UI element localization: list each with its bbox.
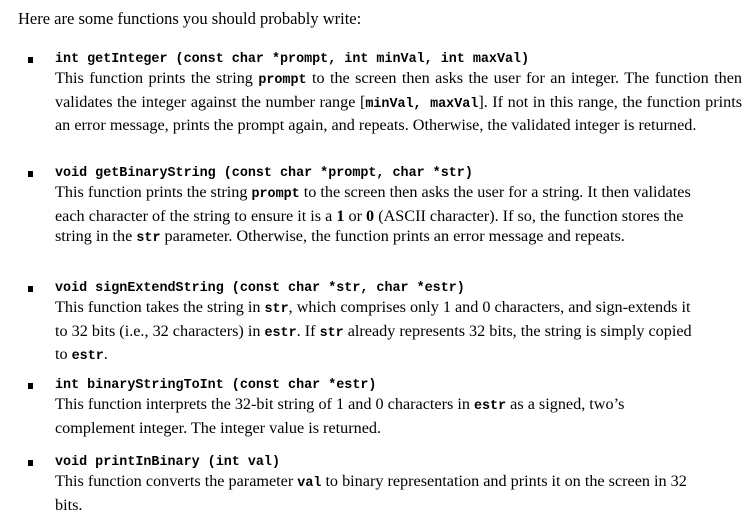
function-description: This function converts the parameter val… xyxy=(55,471,705,515)
description-text: or xyxy=(344,206,367,225)
description-text: parameter. Otherwise, the function print… xyxy=(160,227,625,246)
description-text: This function prints the string xyxy=(55,183,252,201)
inline-code: str xyxy=(136,231,161,247)
inline-code: str xyxy=(264,302,289,317)
description-text: . xyxy=(103,345,108,364)
function-description: This function interprets the 32-bit stri… xyxy=(55,394,705,438)
bullet-icon xyxy=(28,171,33,177)
bullet-icon xyxy=(28,57,33,63)
description-text: This function interprets the 32-bit stri… xyxy=(55,395,474,413)
description-text: This function takes the string in xyxy=(55,298,265,316)
inline-code: prompt xyxy=(251,187,300,202)
function-signature: void getBinaryString (const char *prompt… xyxy=(55,166,473,181)
inline-code: minVal, maxVal xyxy=(365,96,479,112)
function-description: This function prints the string prompt t… xyxy=(55,68,742,136)
function-signature: void printInBinary (int val) xyxy=(55,455,280,470)
function-signature: int binaryStringToInt (const char *estr) xyxy=(55,378,377,393)
function-description: This function prints the string prompt t… xyxy=(55,182,705,250)
bullet-icon xyxy=(28,383,33,389)
inline-code: val xyxy=(297,476,322,491)
inline-code: estr xyxy=(473,399,507,414)
inline-code: prompt xyxy=(258,73,307,88)
inline-code: estr xyxy=(264,325,297,341)
description-text: This function prints the string xyxy=(55,69,259,87)
description-text: This function converts the parameter xyxy=(55,472,298,490)
intro-text: Here are some functions you should proba… xyxy=(18,9,362,28)
function-signature: int getInteger (const char *prompt, int … xyxy=(55,52,530,67)
function-signature: void signExtendString (const char *str, … xyxy=(55,281,465,296)
function-description: This function takes the string in str, w… xyxy=(55,297,705,368)
bold-text: 0 xyxy=(366,206,375,225)
inline-code: estr xyxy=(71,349,104,365)
inline-code: str xyxy=(319,325,344,341)
description-text: . If xyxy=(296,321,320,340)
bullet-icon xyxy=(28,460,33,466)
bullet-icon xyxy=(28,286,33,292)
